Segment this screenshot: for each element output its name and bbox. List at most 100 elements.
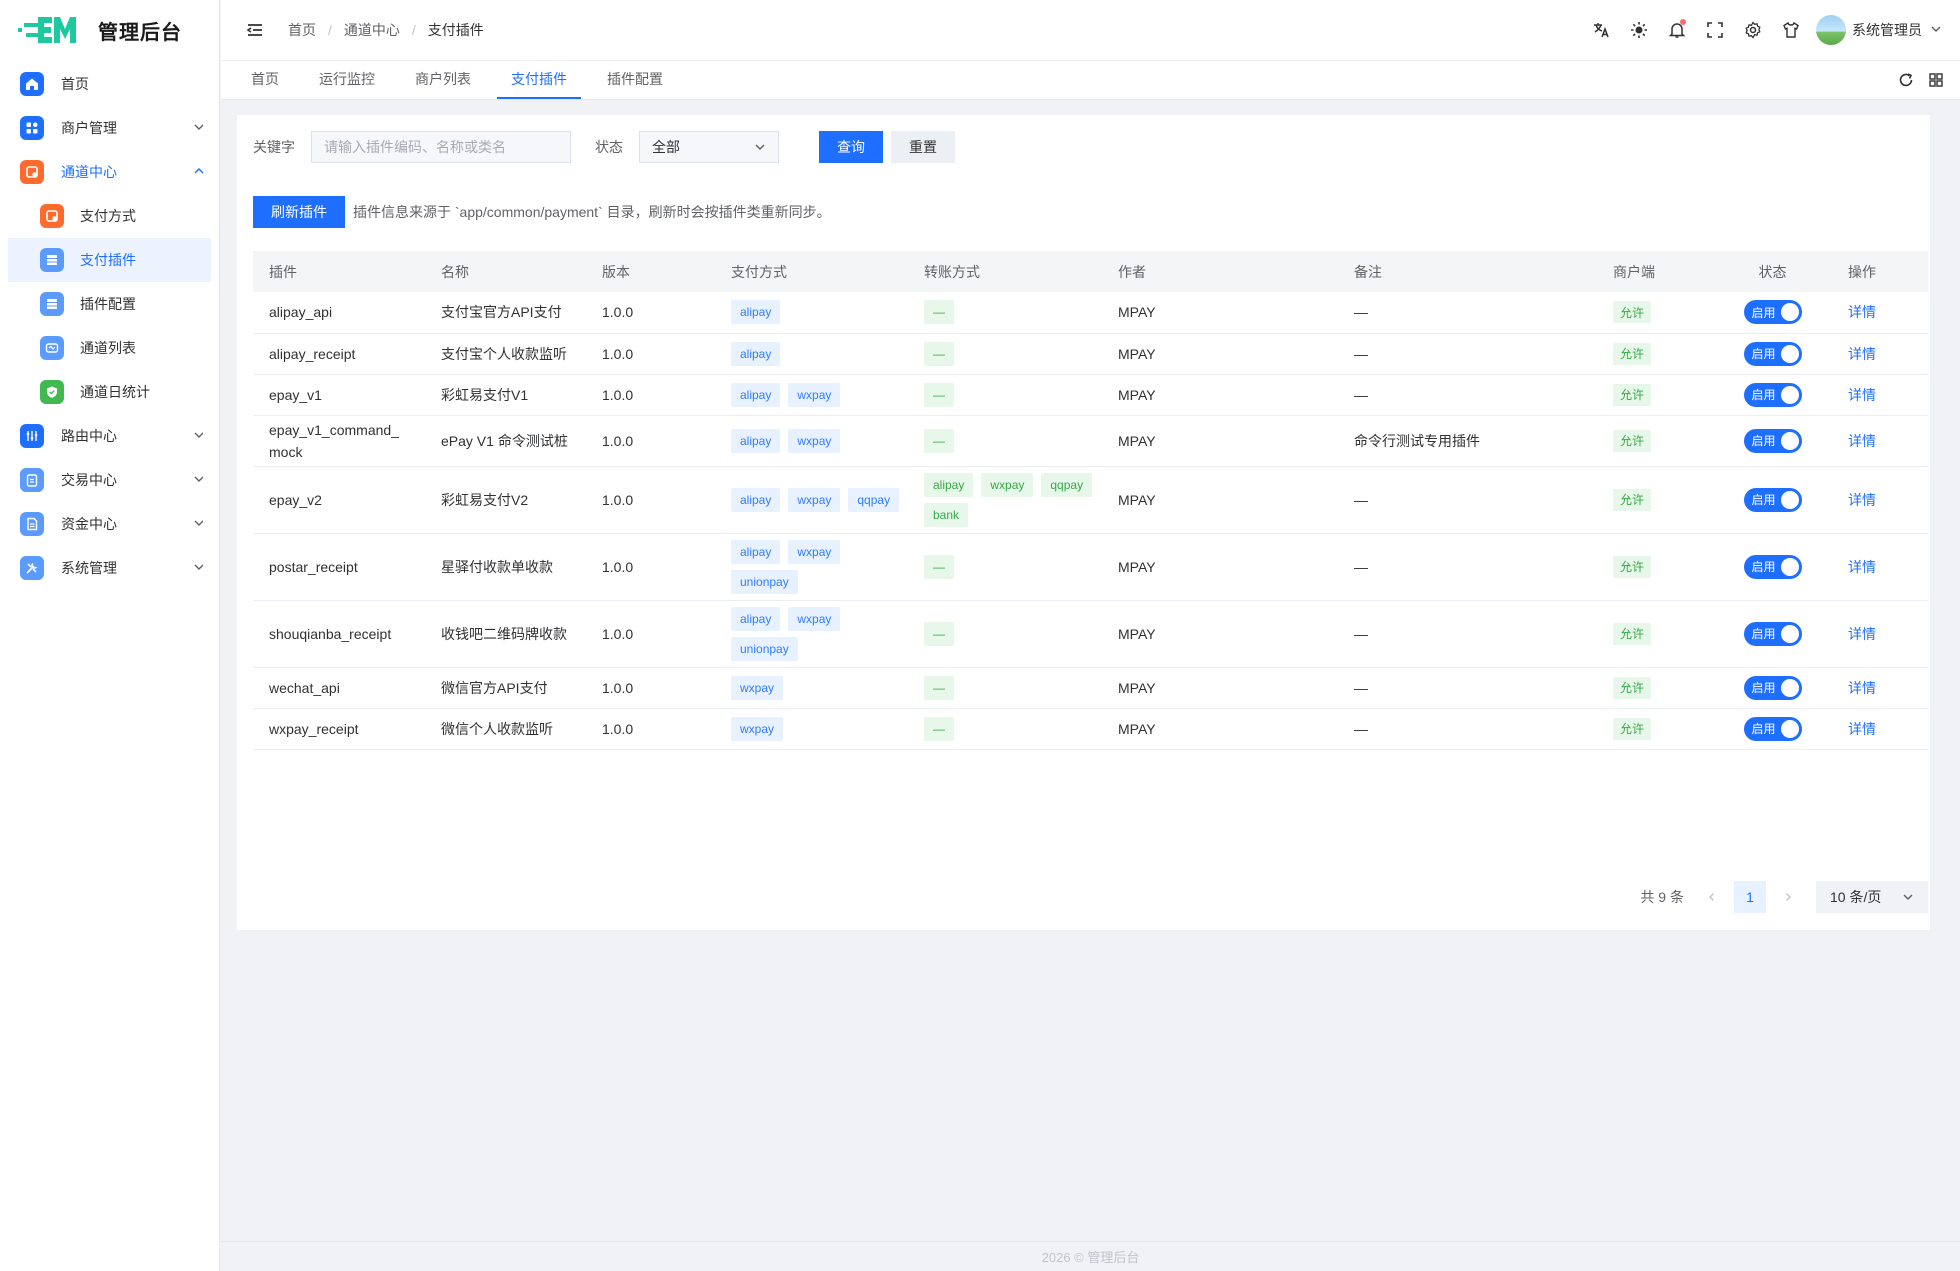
sidebar-item-label: 交易中心 <box>61 472 117 488</box>
reset-button[interactable]: 重置 <box>891 131 955 163</box>
transfer-methods-cell: — <box>908 708 1102 750</box>
status-cell: 启用 <box>1713 333 1832 375</box>
chevron-down-icon <box>193 561 205 576</box>
sidebar-item-channel-list[interactable]: 通道列表 <box>0 326 219 370</box>
plugin-remark: — <box>1338 533 1597 601</box>
query-button[interactable]: 查询 <box>819 131 883 163</box>
merchant-cell: 允许 <box>1597 415 1713 467</box>
detail-link[interactable]: 详情 <box>1848 492 1876 508</box>
grid-menu-icon[interactable] <box>1924 68 1948 92</box>
pay-methods-cell: alipay wxpay <box>715 415 908 467</box>
merchant-allow-badge: 允许 <box>1613 488 1652 511</box>
status-toggle[interactable]: 启用 <box>1743 675 1802 700</box>
sidebar-menu: 首页 商户管理 通道中心 支付方式 支付插件 插件配置 通道列表 通道日统计 路… <box>0 62 219 590</box>
plugin-remark: 命令行测试专用插件 <box>1338 415 1597 467</box>
status-toggle[interactable]: 启用 <box>1743 716 1802 741</box>
theme-sun-icon[interactable] <box>1620 11 1658 49</box>
status-toggle[interactable]: 启用 <box>1743 300 1802 325</box>
shield-icon <box>40 380 64 404</box>
detail-link[interactable]: 详情 <box>1848 346 1876 362</box>
collapse-menu-icon[interactable] <box>246 21 264 39</box>
keyword-input[interactable] <box>311 131 571 163</box>
status-toggle[interactable]: 启用 <box>1743 341 1802 366</box>
plugin-code: wechat_api <box>253 667 425 709</box>
page-number[interactable]: 1 <box>1734 881 1766 913</box>
detail-link[interactable]: 详情 <box>1848 626 1876 642</box>
action-cell: 详情 <box>1832 466 1928 534</box>
sidebar-item-merchant[interactable]: 商户管理 <box>0 106 219 150</box>
tab-monitor[interactable]: 运行监控 <box>305 60 389 99</box>
sidebar-item-plugin-config[interactable]: 插件配置 <box>0 282 219 326</box>
sidebar-item-trade[interactable]: 交易中心 <box>0 458 219 502</box>
shirt-icon[interactable] <box>1772 11 1810 49</box>
prev-page-icon[interactable] <box>1696 881 1728 913</box>
sidebar-item-routing[interactable]: 路由中心 <box>0 414 219 458</box>
sidebar-item-channel-daily-stats[interactable]: 通道日统计 <box>0 370 219 414</box>
sidebar-item-system[interactable]: 系统管理 <box>0 546 219 590</box>
sidebar-item-channel-center[interactable]: 通道中心 <box>0 150 219 194</box>
user-menu[interactable]: 系统管理员 <box>1816 15 1942 45</box>
plugin-version: 1.0.0 <box>586 466 715 534</box>
sliders-icon <box>20 424 44 448</box>
status-cell: 启用 <box>1713 292 1832 334</box>
pay-method-tag: alipay <box>731 539 781 564</box>
tab-payment-plugin[interactable]: 支付插件 <box>497 60 581 99</box>
transfer-methods-cell: — <box>908 600 1102 668</box>
logo[interactable]: 管理后台 <box>0 0 219 60</box>
sidebar: 管理后台 首页 商户管理 通道中心 支付方式 支付插件 插件配置 通道列表 通道… <box>0 0 220 1271</box>
filter-bar: 关键字 状态 全部 查询 重置 <box>253 131 955 163</box>
table-row: alipay_receipt 支付宝个人收款监听 1.0.0 alipay — … <box>253 333 1928 375</box>
merchant-allow-badge: 允许 <box>1613 555 1652 578</box>
merchant-allow-badge: 允许 <box>1613 383 1652 406</box>
plugin-name: 收钱吧二维码牌收款 <box>425 600 586 668</box>
pay-methods-cell: alipay <box>715 292 908 334</box>
sidebar-item-pay-plugins[interactable]: 支付插件 <box>8 238 211 282</box>
logo-icon <box>18 17 76 43</box>
merchant-cell: 允许 <box>1597 600 1713 668</box>
detail-link[interactable]: 详情 <box>1848 559 1876 575</box>
status-select[interactable]: 全部 <box>639 131 779 163</box>
sidebar-item-home[interactable]: 首页 <box>0 62 219 106</box>
col-action: 操作 <box>1848 263 1876 280</box>
pay-method-tag: alipay <box>731 341 781 366</box>
chevron-down-icon <box>193 121 205 136</box>
notification-bell-icon[interactable] <box>1658 11 1696 49</box>
breadcrumb-home[interactable]: 首页 <box>288 20 316 40</box>
status-toggle[interactable]: 启用 <box>1743 621 1802 646</box>
translate-icon[interactable] <box>1582 11 1620 49</box>
merchant-allow-badge: 允许 <box>1613 429 1652 452</box>
sidebar-item-pay-methods[interactable]: 支付方式 <box>0 194 219 238</box>
table-row: epay_v2 彩虹易支付V2 1.0.0 alipay wxpay qqpay a… <box>253 466 1928 534</box>
transfer-methods-cell: — <box>908 292 1102 334</box>
tab-merchant-list[interactable]: 商户列表 <box>401 60 485 99</box>
sidebar-item-funds[interactable]: 资金中心 <box>0 502 219 546</box>
sidebar-item-label: 通道列表 <box>80 340 136 356</box>
transfer-methods-cell: — <box>908 415 1102 467</box>
pay-methods-cell: alipay wxpay <box>715 374 908 416</box>
plugin-remark: — <box>1338 333 1597 375</box>
col-pay-methods: 支付方式 <box>731 263 787 280</box>
tab-home[interactable]: 首页 <box>237 60 293 99</box>
detail-link[interactable]: 详情 <box>1848 680 1876 696</box>
settings-gear-icon[interactable] <box>1734 11 1772 49</box>
fullscreen-icon[interactable] <box>1696 11 1734 49</box>
plugin-version: 1.0.0 <box>586 600 715 668</box>
refresh-plugins-button[interactable]: 刷新插件 <box>253 196 345 228</box>
status-toggle[interactable]: 启用 <box>1743 487 1802 512</box>
detail-link[interactable]: 详情 <box>1848 304 1876 320</box>
refresh-icon[interactable] <box>1894 68 1918 92</box>
tab-plugin-config[interactable]: 插件配置 <box>593 60 677 99</box>
status-toggle[interactable]: 启用 <box>1743 382 1802 407</box>
detail-link[interactable]: 详情 <box>1848 433 1876 449</box>
chevron-down-icon <box>755 144 765 151</box>
page-size-select[interactable]: 10 条/页 <box>1816 881 1928 913</box>
status-toggle[interactable]: 启用 <box>1743 428 1802 453</box>
sidebar-item-label: 资金中心 <box>61 516 117 532</box>
next-page-icon[interactable] <box>1772 881 1804 913</box>
table-row: shouqianba_receipt 收钱吧二维码牌收款 1.0.0 alipa… <box>253 600 1928 668</box>
detail-link[interactable]: 详情 <box>1848 387 1876 403</box>
transfer-method-tag: — <box>924 341 954 366</box>
status-toggle[interactable]: 启用 <box>1743 554 1802 579</box>
breadcrumb-channel-center[interactable]: 通道中心 <box>344 20 400 40</box>
detail-link[interactable]: 详情 <box>1848 721 1876 737</box>
